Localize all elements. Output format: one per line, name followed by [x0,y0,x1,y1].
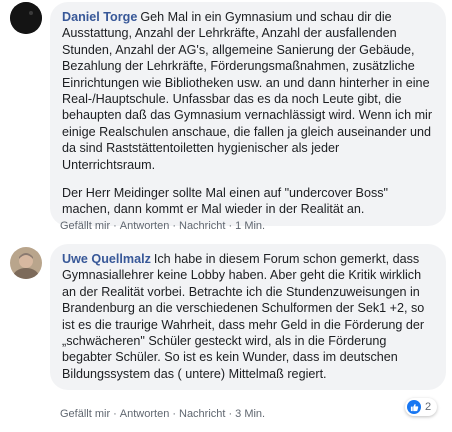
separator: · [228,220,233,232]
comment-text: Daniel Torge Geh Mal in ein Gymnasium und… [62,9,434,173]
reply-link[interactable]: Antworten [120,220,170,232]
message-link[interactable]: Nachricht [179,220,225,232]
timestamp[interactable]: 3 Min. [235,408,265,420]
message-link[interactable]: Nachricht [179,408,225,420]
comment-bubble: Daniel Torge Geh Mal in ein Gymnasium und… [50,2,446,226]
like-link[interactable]: Gefällt mir [60,220,110,232]
profile-photo-icon [10,2,42,34]
author-name[interactable]: Daniel Torge [62,10,137,24]
comment-paragraph: Ich habe in diesem Forum schon gemerkt, … [62,252,425,381]
comment-paragraph: Geh Mal in ein Gymnasium und schau dir d… [62,10,433,172]
reply-link[interactable]: Antworten [120,408,170,420]
profile-photo-icon [10,247,42,279]
comment-bubble: Uwe Quellmalz Ich habe in diesem Forum sc… [50,244,446,391]
separator: · [113,220,117,232]
separator: · [172,408,176,420]
separator: · [172,220,176,232]
avatar[interactable] [10,2,42,34]
reaction-summary[interactable]: 2 [405,398,438,416]
comment-actions: Gefällt mir · Antworten · Nachricht · 3 Min. [60,407,265,421]
avatar[interactable] [10,247,42,279]
separator: · [228,408,233,420]
author-name[interactable]: Uwe Quellmalz [62,252,151,266]
thumbs-up-icon [407,400,421,414]
comment-paragraph: Der Herr Meidinger sollte Mal einen auf … [62,186,389,217]
timestamp[interactable]: 1 Min. [235,220,265,232]
comment-text: Uwe Quellmalz Ich habe in diesem Forum sc… [62,251,434,382]
comment-actions: Gefällt mir · Antworten · Nachricht · 1 Min. [60,219,265,233]
separator: · [113,408,117,420]
like-link[interactable]: Gefällt mir [60,408,110,420]
reaction-count: 2 [425,401,432,413]
